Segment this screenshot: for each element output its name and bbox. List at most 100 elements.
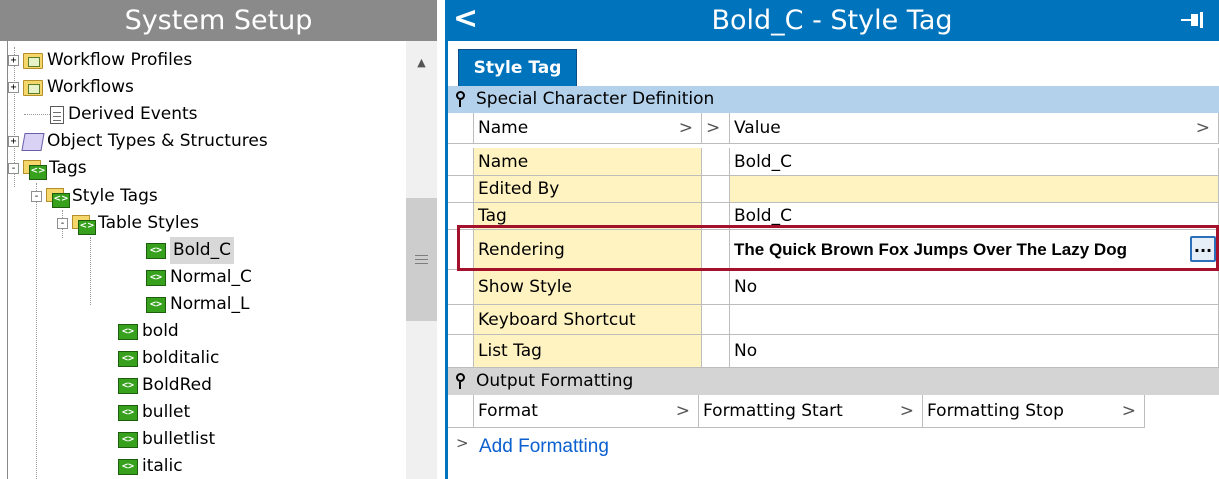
document-icon (50, 105, 64, 124)
collapse-toggle[interactable]: - (57, 218, 68, 229)
tree-line (36, 183, 37, 479)
scroll-up-arrow-icon[interactable]: ▲ (406, 53, 437, 73)
chevron-right-icon: > (456, 434, 469, 452)
folder-icon (23, 52, 43, 69)
chevron-right-icon: > (899, 401, 914, 421)
tree-item-derived-events[interactable]: Derived Events (50, 101, 198, 128)
column-label: Value (734, 118, 781, 138)
tree-item-normal-l[interactable]: <> Normal_L (146, 291, 249, 318)
tag-icon: <> (118, 323, 138, 340)
chevron-right-icon: > (1121, 401, 1136, 421)
tree-item-label: BoldRed (142, 375, 212, 395)
tree-item-label: bold (142, 321, 179, 341)
tree-line (90, 237, 91, 305)
chevron-right-icon: > (675, 401, 690, 421)
tree-item-tags[interactable]: - Tags (8, 155, 87, 182)
tree-item-label: Workflows (47, 77, 134, 97)
tree-item-object-types[interactable]: + Object Types & Structures (8, 128, 268, 155)
column-header-value[interactable]: Value > (730, 113, 1219, 144)
column-header-expand[interactable]: > (702, 113, 730, 144)
add-formatting-link[interactable]: Add Formatting (479, 436, 609, 458)
property-value[interactable] (730, 305, 1219, 335)
column-label: Formatting Stop (927, 401, 1064, 421)
property-label: Keyboard Shortcut (474, 305, 702, 335)
tree-item-bolditalic[interactable]: <> bolditalic (118, 345, 219, 372)
column-header-name[interactable]: Name > (474, 113, 702, 144)
chevron-right-icon: > (706, 118, 721, 138)
folder-icon (23, 79, 43, 96)
pin-icon[interactable] (454, 91, 466, 108)
rendering-highlight-box (457, 225, 1219, 271)
panel-title: Bold_C - Style Tag (711, 5, 953, 36)
tree-item-workflow-profiles[interactable]: + Workflow Profiles (8, 47, 192, 74)
property-value[interactable]: No (730, 335, 1219, 368)
column-label: Formatting Start (703, 401, 843, 421)
tree-item-workflows[interactable]: + Workflows (8, 74, 134, 101)
property-value[interactable] (730, 176, 1219, 203)
tag-icon: <> (146, 296, 166, 313)
ellipsis-button[interactable]: ... (1190, 236, 1216, 262)
tree-scrollbar[interactable]: ▲ (406, 41, 437, 479)
tree-item-label: Object Types & Structures (47, 131, 268, 151)
column-label: Name (478, 118, 529, 138)
system-setup-panel: System Setup + Workflow Profiles + Workf… (0, 0, 437, 479)
property-label: Show Style (474, 270, 702, 305)
tags-folder-icon (72, 214, 96, 235)
section-header-output-formatting[interactable]: Output Formatting (448, 368, 1219, 395)
property-row: Keyboard Shortcut (448, 305, 1219, 335)
add-formatting-row: > Add Formatting (448, 432, 1219, 462)
tree-item-style-tags[interactable]: - Style Tags (31, 183, 158, 210)
tree-item-bold[interactable]: <> bold (118, 318, 179, 345)
setup-tree: + Workflow Profiles + Workflows Derived … (8, 47, 406, 479)
property-row: Show Style No (448, 270, 1219, 305)
property-row: Edited By (448, 176, 1219, 203)
tree-item-boldred[interactable]: <> BoldRed (118, 372, 212, 399)
property-row: Name Bold_C (448, 148, 1219, 176)
scroll-thumb[interactable] (406, 198, 437, 321)
collapse-toggle[interactable]: - (31, 191, 42, 202)
expand-toggle[interactable]: + (8, 82, 19, 93)
tree-line (24, 114, 50, 115)
grip-icon (415, 253, 428, 265)
tag-icon: <> (118, 458, 138, 475)
tag-icon: <> (118, 431, 138, 448)
tree-item-italic[interactable]: <> italic (118, 453, 183, 479)
section-title: Output Formatting (476, 371, 634, 391)
tag-icon: <> (146, 242, 166, 259)
panel-title: System Setup (0, 0, 437, 41)
tree-item-label: Normal_L (170, 294, 250, 314)
property-label: Name (474, 148, 702, 176)
property-value[interactable]: No (730, 270, 1219, 305)
tree-item-label: italic (142, 456, 183, 476)
panel-header: Bold_C - Style Tag < (445, 0, 1219, 41)
tab-style-tag[interactable]: Style Tag (458, 49, 577, 86)
back-arrow-icon[interactable]: < (453, 4, 478, 36)
pin-icon[interactable] (1181, 11, 1205, 29)
chevron-right-icon: > (678, 118, 693, 138)
tree-item-bulletlist[interactable]: <> bulletlist (118, 426, 215, 453)
tree-item-label: Bold_C (170, 237, 234, 264)
property-label: List Tag (474, 335, 702, 368)
property-row: List Tag No (448, 335, 1219, 368)
tag-icon: <> (118, 377, 138, 394)
row-gutter (448, 113, 474, 144)
property-value[interactable]: Bold_C (730, 148, 1219, 176)
expand-toggle[interactable]: + (8, 136, 19, 147)
column-header-formatting-start[interactable]: Formatting Start > (699, 395, 923, 428)
column-header-row: Name > > Value > (448, 113, 1219, 144)
column-header-format[interactable]: Format > (474, 395, 699, 428)
tree-item-bold-c[interactable]: <> Bold_C (146, 237, 234, 264)
tags-folder-icon (23, 159, 47, 180)
pin-icon[interactable] (454, 373, 466, 390)
collapse-toggle[interactable]: - (8, 163, 19, 174)
section-header-special-character[interactable]: Special Character Definition (448, 86, 1219, 113)
tree-item-table-styles[interactable]: - Table Styles (57, 210, 199, 237)
property-label: Edited By (474, 176, 702, 203)
formatting-column-header-row: Format > Formatting Start > Formatting S… (448, 395, 1219, 428)
expand-toggle[interactable]: + (8, 55, 19, 66)
column-header-formatting-stop[interactable]: Formatting Stop > (923, 395, 1145, 428)
tree-item-bullet[interactable]: <> bullet (118, 399, 190, 426)
tree-item-normal-c[interactable]: <> Normal_C (146, 264, 252, 291)
tree-item-label: Tags (49, 158, 87, 178)
section-title: Special Character Definition (476, 89, 715, 109)
